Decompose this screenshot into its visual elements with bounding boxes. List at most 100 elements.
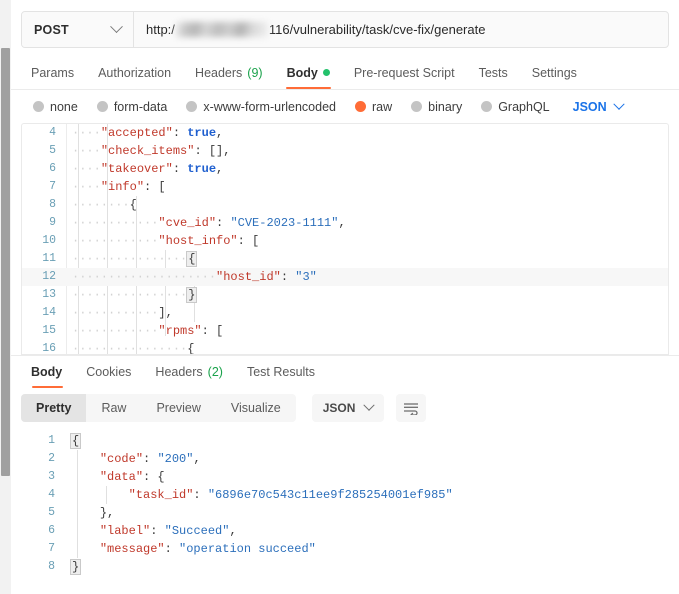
app-vertical-scrollbar-track[interactable] (0, 0, 11, 594)
radio-icon (33, 101, 44, 112)
line-number: 9 (49, 216, 56, 229)
response-view-visualize-label: Visualize (230, 401, 281, 415)
tab-settings[interactable]: Settings (520, 56, 589, 89)
indent-whitespace: ················ (72, 252, 188, 266)
line-number: 12 (42, 270, 56, 283)
body-type-urlencoded[interactable]: x-www-form-urlencoded (178, 100, 347, 114)
code-line[interactable]: 7 ····"info": [ (22, 178, 668, 196)
code-text: { (65, 432, 82, 450)
token-punct: : [] (194, 144, 224, 158)
response-view-pretty[interactable]: Pretty (21, 394, 87, 422)
radio-icon (96, 101, 108, 112)
code-line[interactable]: 8 ········{ (22, 196, 668, 214)
response-tab-headers[interactable]: Headers (2) (143, 355, 235, 388)
code-line[interactable]: 12 ····················"host_id": "3" (22, 268, 668, 286)
token-punct: { (129, 198, 137, 212)
url-input[interactable]: http:/ 116/vulnerability/task/cve-fix/gen… (134, 12, 668, 47)
code-line[interactable]: 8} (21, 558, 669, 576)
response-tab-headers-label: Headers (155, 364, 203, 379)
token-str: "Succeed" (164, 524, 230, 538)
code-line[interactable]: 4 "task_id": "6896e70c543c11ee9f28525400… (21, 486, 669, 504)
code-text: } (65, 558, 82, 576)
code-text: }, (65, 504, 114, 522)
body-type-binary[interactable]: binary (403, 100, 473, 114)
indent-whitespace: ············ (72, 216, 159, 230)
body-type-graphql[interactable]: GraphQL (473, 100, 560, 114)
code-line[interactable]: 15 ············"rpms": [ (22, 322, 668, 340)
code-line[interactable]: 9 ············"cve_id": "CVE-2023-1111", (22, 214, 668, 232)
body-type-form-data[interactable]: form-data (89, 100, 179, 114)
http-method-dropdown[interactable]: POST (22, 12, 134, 47)
response-body-viewer[interactable]: 1{2 "code": "200", 3 "data": {4 "task_id"… (21, 432, 669, 594)
code-line[interactable]: 14 ············], (22, 304, 668, 322)
indent-whitespace: ···· (72, 144, 101, 158)
line-number: 4 (48, 488, 55, 501)
app-vertical-scrollbar-thumb[interactable] (1, 48, 10, 476)
token-key: "host_id" (216, 270, 281, 284)
code-line[interactable]: 6 "label": "Succeed", (21, 522, 669, 540)
tab-authorization[interactable]: Authorization (86, 56, 183, 89)
response-format-dropdown[interactable]: JSON (311, 394, 385, 422)
token-punct: , (223, 144, 231, 158)
code-line[interactable]: 1{ (21, 432, 669, 450)
radio-icon (186, 101, 198, 112)
request-tab-bar: Params Authorization Headers (9) Body Pr… (11, 57, 679, 90)
line-number: 2 (48, 452, 55, 465)
code-line[interactable]: 16 ················{ (22, 340, 668, 355)
tab-pre-request-script[interactable]: Pre-request Script (342, 56, 467, 89)
token-str: "3" (295, 270, 317, 284)
line-number: 1 (48, 434, 55, 447)
body-format-dropdown[interactable]: JSON (572, 98, 625, 114)
code-line[interactable]: 10 ············"host_info": [ (22, 232, 668, 250)
code-line[interactable]: 4 ····"accepted": true, (22, 124, 668, 142)
code-text: "message": "operation succeed" (65, 540, 316, 558)
response-tab-test-results[interactable]: Test Results (235, 355, 327, 388)
body-type-none[interactable]: none (21, 100, 89, 114)
code-line[interactable]: 2 "code": "200", (21, 450, 669, 468)
token-key: "rpms" (158, 324, 202, 338)
code-line[interactable]: 7 "message": "operation succeed" (21, 540, 669, 558)
response-tab-body-label: Body (31, 364, 63, 379)
indent-whitespace: ········ (72, 198, 130, 212)
token-brace: { (186, 251, 198, 267)
token-punct: , (216, 126, 224, 140)
tab-params[interactable]: Params (21, 56, 86, 89)
response-tab-bar: Body Cookies Headers (2) Test Results (11, 356, 679, 388)
token-key: "cve_id" (158, 216, 217, 230)
response-view-raw[interactable]: Raw (86, 394, 141, 422)
code-line[interactable]: 5 ····"check_items": [], (22, 142, 668, 160)
tab-headers[interactable]: Headers (9) (183, 56, 275, 89)
body-format-label: JSON (572, 99, 607, 114)
http-method-label: POST (34, 22, 69, 37)
code-line[interactable]: 6 ····"takeover": true, (22, 160, 668, 178)
code-line[interactable]: 5 }, (21, 504, 669, 522)
code-line[interactable]: 11 ················{ (22, 250, 668, 268)
code-text: ····"accepted": true, (66, 124, 223, 142)
token-punct: : [ (201, 324, 224, 338)
response-tab-cookies[interactable]: Cookies (74, 355, 143, 388)
word-wrap-toggle[interactable] (396, 394, 427, 422)
token-punct: : (143, 452, 158, 466)
response-tab-headers-count: (2) (207, 364, 223, 379)
body-modified-dot-icon (322, 69, 330, 76)
request-body-editor[interactable]: 4 ····"accepted": true, 5 ····"check_items"… (21, 123, 669, 355)
tab-tests[interactable]: Tests (467, 56, 520, 89)
tab-body[interactable]: Body (275, 56, 342, 89)
token-str: "200" (157, 452, 194, 466)
token-punct: , (193, 452, 201, 466)
response-view-visualize[interactable]: Visualize (216, 394, 296, 422)
token-punct: ], (158, 306, 173, 320)
body-type-raw[interactable]: raw (347, 100, 403, 114)
line-number: 16 (42, 342, 56, 355)
line-number: 10 (42, 234, 56, 247)
line-number: 8 (48, 560, 55, 573)
response-view-preview[interactable]: Preview (141, 394, 215, 422)
response-view-segmented-control: Pretty Raw Preview Visualize (21, 394, 296, 422)
code-line[interactable]: 13 ················} (22, 286, 668, 304)
indent-whitespace: ············ (72, 324, 159, 338)
token-key: "accepted" (100, 126, 173, 140)
response-tab-body[interactable]: Body (21, 355, 74, 388)
code-line[interactable]: 3 "data": { (21, 468, 669, 486)
code-text: ····"info": [ (66, 178, 166, 196)
